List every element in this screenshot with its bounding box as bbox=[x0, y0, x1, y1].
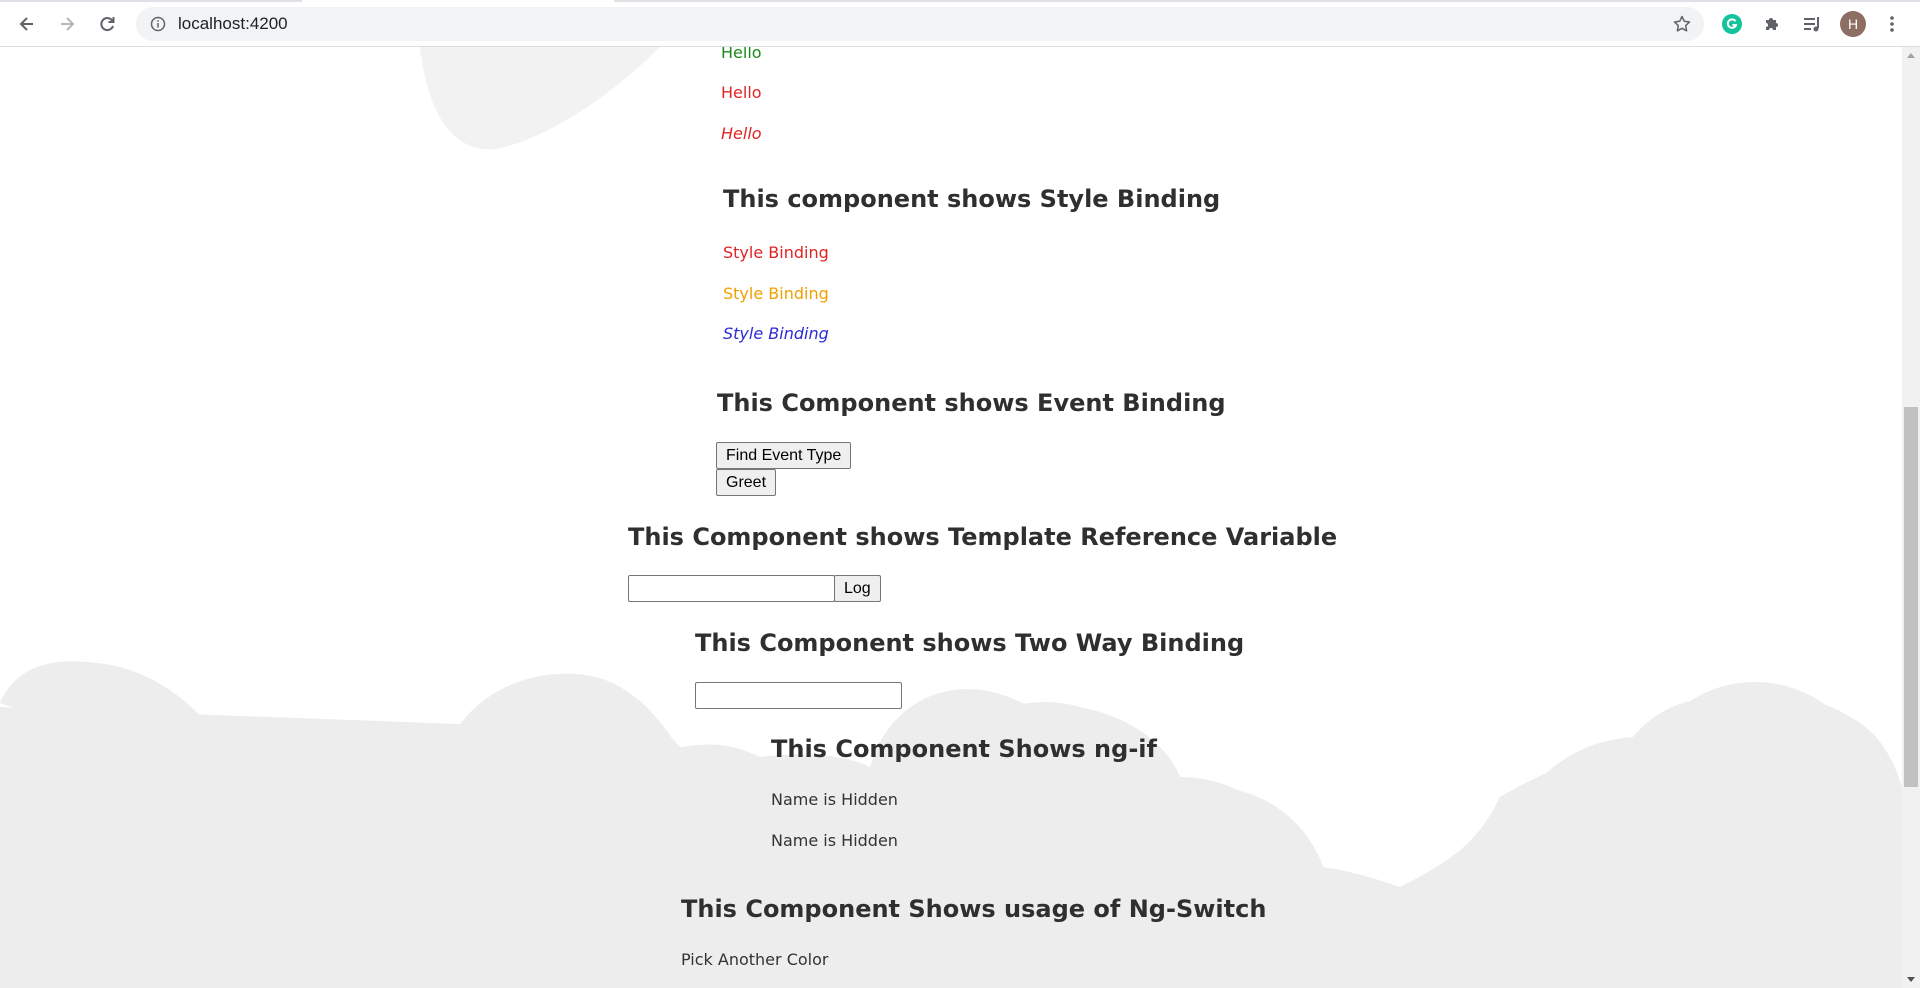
event-binding-title: This Component shows Event Binding bbox=[717, 389, 1226, 417]
style-binding-red: Style Binding bbox=[723, 243, 829, 262]
forward-button[interactable] bbox=[51, 8, 83, 40]
reload-icon bbox=[100, 17, 115, 32]
grammarly-icon bbox=[1722, 14, 1742, 34]
pick-another-color-text: Pick Another Color bbox=[681, 950, 829, 969]
ng-switch-title: This Component Shows usage of Ng-Switch bbox=[681, 895, 1267, 923]
style-binding-blue: Style Binding bbox=[723, 324, 829, 343]
arrow-left-icon bbox=[19, 17, 33, 31]
style-binding-orange: Style Binding bbox=[723, 284, 829, 303]
hello-red: Hello bbox=[721, 83, 762, 102]
kebab-menu-icon bbox=[1890, 16, 1894, 32]
greet-button[interactable]: Greet bbox=[716, 469, 777, 496]
ng-if-title: This Component Shows ng-if bbox=[771, 735, 1157, 763]
scroll-up-arrow-icon[interactable] bbox=[1907, 53, 1915, 58]
url-text[interactable]: localhost:4200 bbox=[178, 7, 288, 41]
address-bar[interactable]: localhost:4200 bbox=[136, 7, 1704, 41]
name-hidden-text-1: Name is Hidden bbox=[771, 790, 898, 809]
puzzle-icon bbox=[1766, 18, 1778, 30]
grammarly-extension[interactable] bbox=[1720, 12, 1744, 36]
page-scrollbar[interactable] bbox=[1902, 47, 1920, 988]
browser-toolbar: localhost:4200 H bbox=[0, 0, 1920, 47]
arrow-right-icon bbox=[61, 17, 75, 31]
log-button[interactable]: Log bbox=[834, 575, 881, 602]
hello-red-italic: Hello bbox=[721, 124, 762, 143]
style-binding-title: This component shows Style Binding bbox=[723, 185, 1221, 213]
name-hidden-text-2: Name is Hidden bbox=[771, 831, 898, 850]
tab-strip-right bbox=[614, 0, 1920, 2]
reload-button[interactable] bbox=[91, 8, 123, 40]
profile-avatar[interactable]: H bbox=[1840, 11, 1866, 37]
template-ref-input[interactable] bbox=[628, 575, 835, 602]
back-button[interactable] bbox=[11, 8, 43, 40]
two-way-binding-input[interactable] bbox=[695, 682, 902, 709]
media-button[interactable] bbox=[1800, 12, 1824, 36]
star-icon[interactable] bbox=[1672, 14, 1692, 34]
tab-strip bbox=[0, 0, 302, 2]
hello-green: Hello bbox=[721, 47, 762, 62]
scrollbar-thumb[interactable] bbox=[1904, 407, 1918, 787]
template-ref-title: This Component shows Template Reference … bbox=[628, 523, 1338, 551]
info-icon[interactable] bbox=[150, 16, 166, 32]
find-event-type-button[interactable]: Find Event Type bbox=[716, 442, 852, 469]
two-way-binding-title: This Component shows Two Way Binding bbox=[695, 629, 1245, 657]
page-viewport: Hello Hello Hello This component shows S… bbox=[0, 47, 1902, 988]
scroll-down-arrow-icon[interactable] bbox=[1907, 977, 1915, 982]
extensions-button[interactable] bbox=[1760, 12, 1784, 36]
media-queue-icon bbox=[1804, 17, 1819, 32]
browser-menu-button[interactable] bbox=[1880, 12, 1904, 36]
